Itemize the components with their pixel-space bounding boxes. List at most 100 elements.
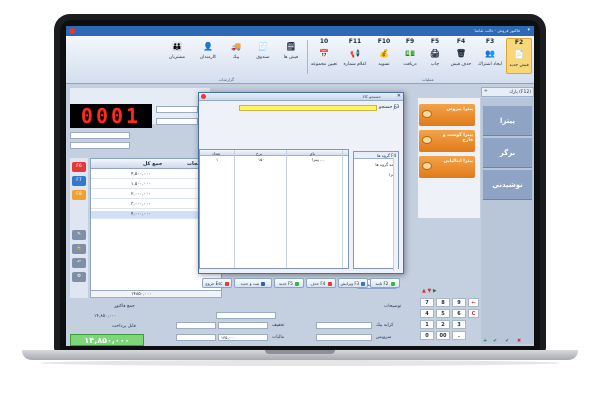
courier-fee-field[interactable] xyxy=(316,322,372,329)
edit-icon[interactable]: ✎ xyxy=(72,230,86,240)
service-field[interactable] xyxy=(316,334,372,341)
new-button[interactable]: جديد F5 xyxy=(274,278,304,288)
receipts-label: فيش ها xyxy=(283,55,299,60)
f7-button[interactable]: F7 xyxy=(72,176,86,186)
delete-button[interactable]: حذف F4 xyxy=(306,278,336,288)
key-2[interactable]: 2 xyxy=(436,320,450,329)
trash-icon[interactable]: ✖ xyxy=(517,338,521,344)
row-qty: ۱ xyxy=(216,157,219,162)
key-5[interactable]: 5 xyxy=(436,309,450,318)
announce-number-label: اعلام شماره xyxy=(343,62,367,67)
tax-field[interactable]: ۱۳۵,۰۰۰ xyxy=(218,334,268,341)
document-icon: 🗒 xyxy=(285,42,297,51)
category-pizza[interactable]: پيتزا xyxy=(483,106,532,136)
key-0[interactable]: 0 xyxy=(420,331,434,340)
item-pepperoni-pizza[interactable]: پيتزا پپرونی xyxy=(419,104,475,126)
percent-field[interactable] xyxy=(176,322,216,329)
discount-field[interactable] xyxy=(218,322,268,329)
check-icon[interactable]: ✔ xyxy=(493,338,497,344)
delete-receipt-button[interactable]: F4 🗑 حذف فيش xyxy=(448,38,474,74)
dialog-menu-icon[interactable]: ✕ xyxy=(397,93,401,99)
arrow-up-icon[interactable]: ▲ xyxy=(422,288,426,294)
row-name: پيتزا ... xyxy=(312,157,324,162)
subscription-button[interactable]: F3 👥 ايجاد اشتراك xyxy=(476,38,504,74)
key-9[interactable]: 9 xyxy=(452,298,466,307)
time-field[interactable] xyxy=(70,142,130,149)
f6-button[interactable]: F6 xyxy=(72,162,86,172)
new-receipt-label: فيش جديد xyxy=(509,63,529,68)
description-label: توضيحات xyxy=(384,304,402,309)
print-button[interactable]: F5 🖨 چاپ xyxy=(424,38,446,74)
f8-button[interactable]: F8 xyxy=(72,190,86,200)
key-8[interactable]: 8 xyxy=(436,298,450,307)
product-search-dialog: جستجو كالا ✕ جستجو F3 ⌕ تعداد نرخ نام ۱ xyxy=(198,92,404,289)
receive-button[interactable]: F9 💵 دريافت xyxy=(398,38,422,74)
delete-icon: 🗑 xyxy=(455,49,467,58)
group-tree-header: گروه ها F4 xyxy=(354,152,398,159)
delete-icon xyxy=(327,282,332,286)
percent-field-2[interactable] xyxy=(176,334,216,341)
edit-button[interactable]: ويرايش F3 xyxy=(338,278,368,288)
park-bar[interactable]: + پارك (F12) xyxy=(481,87,534,97)
settle-button[interactable]: F10 💰 تسويه xyxy=(372,38,396,74)
backspace-icon[interactable]: ← xyxy=(468,298,479,307)
tree-scrollbar[interactable] xyxy=(393,158,398,271)
pin-icon[interactable]: ▾ xyxy=(527,27,530,33)
info-field-2[interactable] xyxy=(156,118,198,125)
new-receipt-button[interactable]: F2 📄 فيش جديد xyxy=(506,38,532,74)
search-icon[interactable]: ⌕ xyxy=(393,103,397,113)
date-field[interactable] xyxy=(70,132,130,139)
cash-icon: 💵 xyxy=(405,49,415,58)
pizza-icon xyxy=(422,162,432,170)
plus-icon[interactable]: + xyxy=(483,338,487,344)
set-group-label: تعيين مجموعه xyxy=(310,62,338,67)
confirm-icon[interactable]: ✔ xyxy=(505,338,509,344)
key-4[interactable]: 4 xyxy=(420,309,434,318)
printer-icon: 🖨 xyxy=(429,49,441,58)
key-3[interactable]: 3 xyxy=(452,320,466,329)
search-input[interactable] xyxy=(239,105,377,111)
item-meat-mushroom-pizza[interactable]: پيتزا گوشت و قارچ xyxy=(419,130,475,152)
announce-number-button[interactable]: F11 📢 اعلام شماره xyxy=(340,38,370,74)
key-7[interactable]: 7 xyxy=(420,298,434,307)
category-burger[interactable]: برگر xyxy=(483,138,532,168)
settings-icon[interactable]: ⚙ xyxy=(72,272,86,282)
edit-button-label: ويرايش F3 xyxy=(340,281,360,286)
category-drinks[interactable]: نوشيدني xyxy=(483,170,532,200)
description-field[interactable] xyxy=(216,312,276,319)
exit-button[interactable]: خروج Esc xyxy=(202,278,232,288)
cashbox-label: صندوق xyxy=(256,55,270,60)
settle-key: F10 xyxy=(377,38,391,45)
arrow-down-icon[interactable]: ▼ xyxy=(427,288,431,294)
side-toolbar: F6 F7 F8 ✎ 🔒 ↶ ⚙ xyxy=(70,158,88,298)
item-label: پيتزا ايتاليايي xyxy=(443,159,474,164)
set-group-button[interactable]: 10 📅 تعيين مجموعه xyxy=(310,38,338,74)
key-6[interactable]: 6 xyxy=(452,309,466,318)
close-icon[interactable] xyxy=(69,28,75,34)
confirm-button-label: تاييد F2 xyxy=(375,281,389,286)
undo-icon[interactable]: ↶ xyxy=(72,258,86,268)
edit-icon xyxy=(361,282,366,286)
info-field-1[interactable] xyxy=(156,106,198,113)
customers-button[interactable]: 👪 مشتريان xyxy=(162,38,192,74)
settle-label: تسويه xyxy=(378,62,390,67)
employees-button[interactable]: 👤 كارمندان xyxy=(194,38,222,74)
arrow-right-icon[interactable]: ▶ xyxy=(433,288,437,294)
key-dot[interactable]: . xyxy=(452,331,466,340)
users-icon: 👥 xyxy=(485,49,495,58)
key-00[interactable]: 00 xyxy=(436,331,450,340)
confirm-button[interactable]: تاييد F2 xyxy=(370,278,400,288)
lock-icon[interactable]: 🔒 xyxy=(72,244,86,254)
clear-icon[interactable]: C xyxy=(468,309,479,318)
save-new-button[interactable]: ثبت و جديد xyxy=(234,278,272,288)
item-italian-pizza[interactable]: پيتزا ايتاليايي xyxy=(419,156,475,178)
cashbox-button[interactable]: 🧾 صندوق xyxy=(250,38,276,74)
key-1[interactable]: 1 xyxy=(420,320,434,329)
exit-icon xyxy=(224,282,229,286)
table-row[interactable]: ۱ ۱۵۰ پيتزا ... xyxy=(200,156,348,162)
dialog-close-icon[interactable] xyxy=(201,94,206,99)
employees-label: كارمندان xyxy=(199,55,217,60)
courier-button[interactable]: 🚚 پيك xyxy=(224,38,248,74)
add-icon[interactable]: + xyxy=(484,89,488,94)
receipts-button[interactable]: 🗒 فيش ها xyxy=(278,38,304,74)
